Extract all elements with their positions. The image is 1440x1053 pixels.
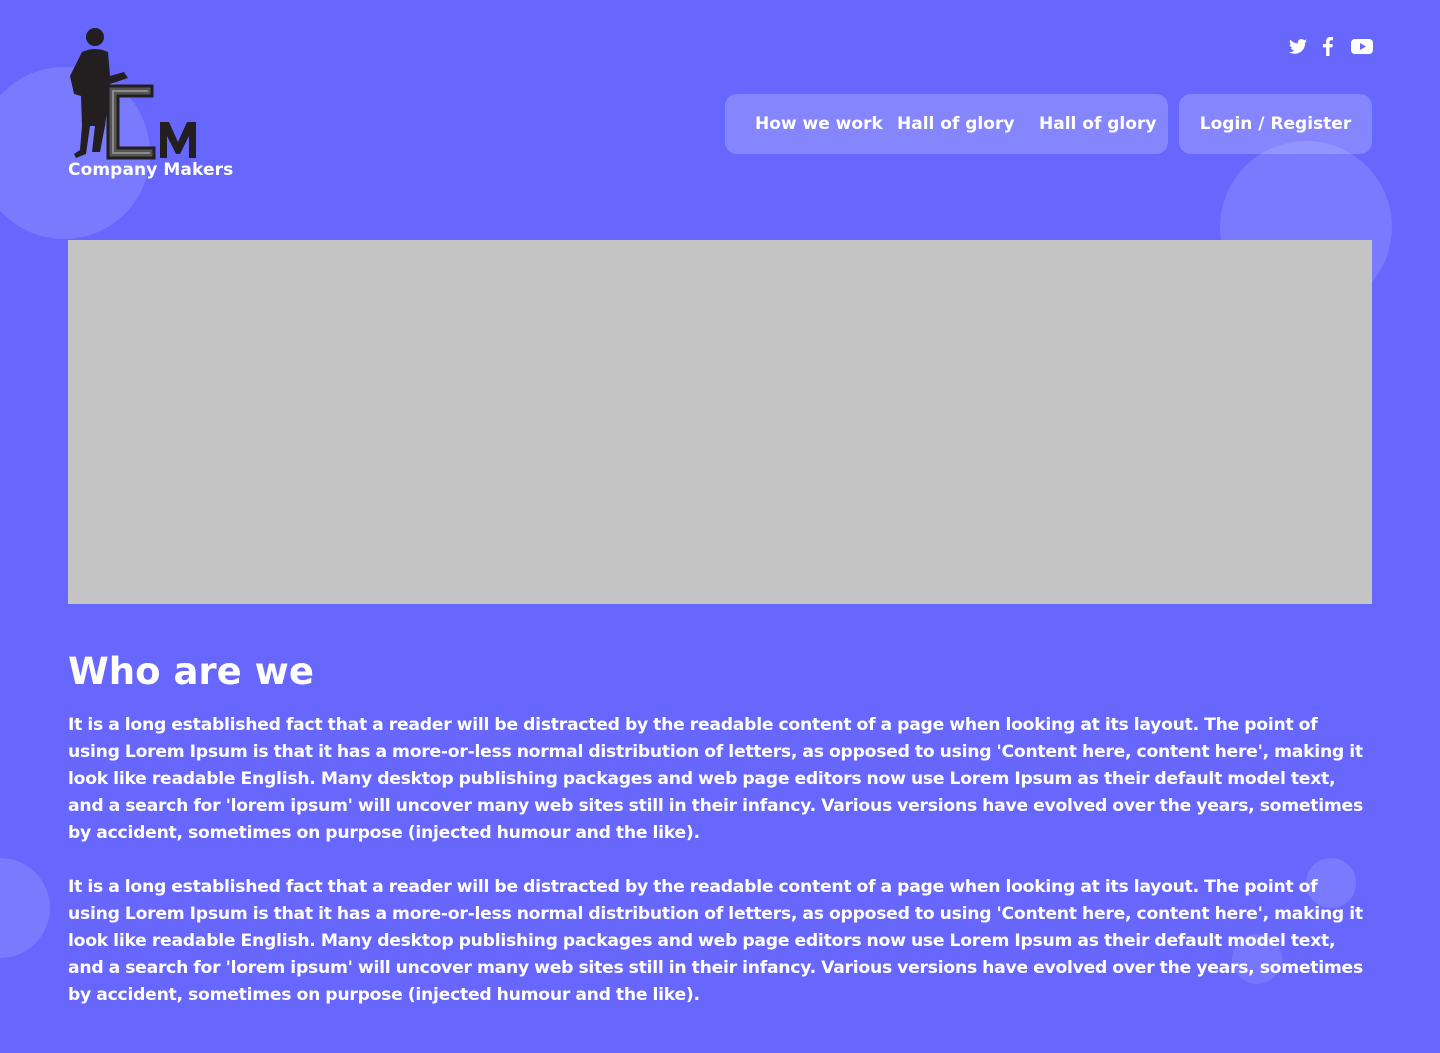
facebook-link[interactable] [1321,36,1335,56]
logo-text: Company Makers [68,160,234,180]
twitter-icon [1289,38,1307,54]
youtube-icon [1351,38,1373,54]
nav-item-hall-of-glory-2[interactable]: Hall of glory [1039,94,1156,154]
login-register-button[interactable]: Login / Register [1179,94,1372,154]
cm-person-icon [70,28,196,160]
body-paragraph: It is a long established fact that a rea… [68,877,1363,1005]
site-logo[interactable]: Company Makers [68,26,248,188]
facebook-icon [1323,36,1333,56]
hero-image-placeholder [68,240,1372,604]
section-heading: Who are we [68,650,314,693]
body-paragraph: It is a long established fact that a rea… [68,715,1363,843]
nav-item-hall-of-glory[interactable]: Hall of glory [897,94,1014,154]
youtube-link[interactable] [1351,36,1373,56]
nav-item-how-we-work[interactable]: How we work [755,94,883,154]
twitter-link[interactable] [1288,36,1308,56]
decor-bubble [0,858,50,958]
main-nav: How we work Hall of glory Hall of glory [725,94,1168,154]
